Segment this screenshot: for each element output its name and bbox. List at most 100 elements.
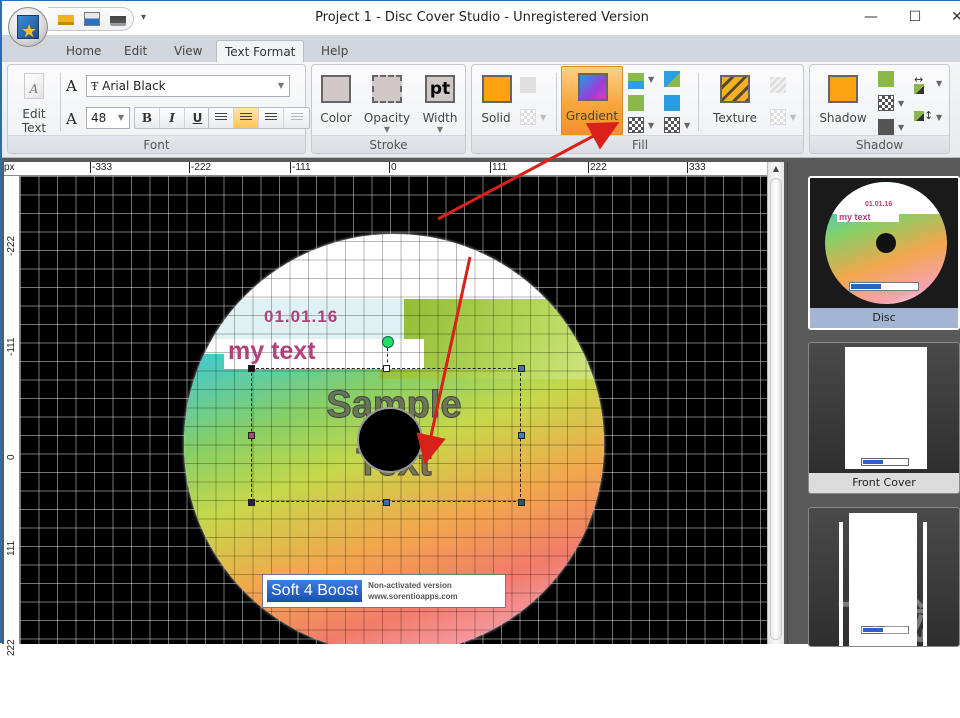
edit-text-label-2: Text: [21, 121, 47, 135]
texture-fill-button[interactable]: Texture: [708, 69, 762, 135]
texture-picker-icon[interactable]: [770, 77, 786, 93]
justify-button[interactable]: [284, 108, 309, 128]
app-menu-button[interactable]: ★: [8, 7, 48, 47]
font-size-value: 48: [91, 111, 107, 125]
my-text[interactable]: my text: [228, 337, 316, 366]
texture-opacity-icon[interactable]: [770, 109, 786, 125]
stroke-color-swatch: [321, 75, 351, 103]
minimize-button[interactable]: —: [856, 5, 886, 29]
chevron-down-icon: ▼: [790, 113, 797, 122]
underline-button[interactable]: U: [185, 108, 210, 128]
page-thumb-disc[interactable]: 01.01.16 my text Disc: [808, 176, 960, 330]
truetype-icon: Ŧ: [91, 80, 99, 93]
tab-text-format[interactable]: Text Format: [216, 40, 305, 62]
ruler-tick: 111: [490, 162, 508, 173]
ruler-tick: 111: [6, 540, 17, 556]
tab-help[interactable]: Help: [313, 40, 356, 62]
disc-thumbnail: 01.01.16 my text: [810, 178, 958, 308]
scrollbar-thumb[interactable]: [770, 178, 782, 640]
resize-handle-left[interactable]: [248, 432, 255, 439]
stroke-width-button[interactable]: pt Width ▼: [418, 69, 462, 135]
font-name-select[interactable]: Ŧ Arial Black ▼: [86, 75, 290, 97]
chevron-down-icon: ▼: [898, 123, 905, 132]
chevron-down-icon: ▼: [684, 121, 691, 130]
font-size-icon: A: [66, 110, 77, 128]
app-logo-icon: ★: [17, 15, 39, 41]
ruler-unit: px: [4, 162, 15, 173]
gradient-fill-button[interactable]: Gradient: [561, 66, 623, 136]
resize-handle-top-left[interactable]: [248, 365, 255, 372]
title-bar: ★ ▾ Project 1 - Disc Cover Studio - Unre…: [2, 1, 960, 47]
canvas-vertical-scrollbar[interactable]: ▲: [767, 162, 784, 644]
scroll-up-arrow-icon[interactable]: ▲: [768, 164, 784, 173]
resize-handle-bottom-left[interactable]: [248, 499, 255, 506]
gradient-start-color-icon[interactable]: [628, 95, 644, 111]
fill-group: Solid ▼ Gradient ▼ ▼ ▼ Texture ▼ Fill: [471, 64, 804, 154]
gradient-end-opacity-icon[interactable]: [664, 117, 680, 133]
font-name-value: Arial Black: [102, 79, 166, 93]
shadow-color-icon[interactable]: [878, 71, 894, 87]
workspace: px -333 -222 -111 0 111 222 333 -222 -11…: [2, 158, 960, 656]
ruler-tick: -222: [6, 235, 17, 256]
resize-handle-top[interactable]: [383, 365, 390, 372]
stroke-opacity-button[interactable]: Opacity ▼: [362, 69, 412, 135]
italic-button[interactable]: I: [160, 108, 185, 128]
alignment-buttons: [208, 107, 310, 129]
selection-box: [251, 368, 521, 502]
page-thumb-front-cover[interactable]: Front Cover: [808, 342, 960, 494]
shadow-button[interactable]: Shadow: [814, 69, 872, 135]
solid-color-picker-icon[interactable]: [520, 77, 536, 93]
chevron-down-icon: ▼: [648, 75, 655, 84]
gradient-direction-icon[interactable]: [628, 73, 644, 89]
notice-line-2: www.sorentioapps.com: [368, 592, 458, 601]
solid-opacity-icon[interactable]: [520, 109, 536, 125]
stroke-opacity-label: Opacity: [363, 111, 411, 125]
gradient-end-color-icon[interactable]: [664, 95, 680, 111]
resize-handle-right[interactable]: [518, 432, 525, 439]
thumb-date-text: 01.01.16: [865, 201, 893, 208]
edit-text-label-1: Edit: [22, 107, 46, 121]
tab-edit[interactable]: Edit: [116, 40, 155, 62]
texture-fill-label: Texture: [713, 111, 757, 125]
edit-text-button[interactable]: A Edit Text: [12, 69, 56, 135]
stroke-color-button[interactable]: Color: [316, 69, 356, 135]
separator: [60, 73, 61, 131]
page-thumb-label: Front Cover: [809, 473, 959, 493]
ruler-tick: -111: [6, 337, 17, 356]
font-size-select[interactable]: 48 ▼: [86, 107, 130, 129]
resize-handle-top-right[interactable]: [518, 365, 525, 372]
resize-handle-bottom[interactable]: [383, 499, 390, 506]
stroke-group: Color Opacity ▼ pt Width ▼ Stroke: [311, 64, 466, 154]
maximize-button[interactable]: ☐: [900, 5, 930, 29]
front-cover-thumbnail: [809, 343, 959, 473]
font-group-label: Font: [8, 135, 305, 153]
solid-fill-button[interactable]: Solid: [476, 69, 516, 135]
horizontal-ruler: px -333 -222 -111 0 111 222 333: [4, 162, 767, 176]
align-right-button[interactable]: [259, 108, 284, 128]
shadow-vertical-offset-icon[interactable]: ↕: [914, 109, 933, 122]
design-canvas[interactable]: 01.01.16 my text Sample Text Soft 4 Boos…: [20, 176, 767, 644]
close-button[interactable]: ✕: [942, 5, 960, 29]
app-window: ★ ▾ Project 1 - Disc Cover Studio - Unre…: [0, 0, 960, 715]
tab-view[interactable]: View: [166, 40, 210, 62]
ruler-tick: 222: [588, 162, 607, 173]
shadow-opacity-icon[interactable]: [878, 95, 894, 111]
justify-icon: [290, 113, 303, 122]
align-center-icon: [240, 113, 252, 122]
shadow-blur-icon[interactable]: [878, 119, 894, 135]
gradient-swap-icon[interactable]: [664, 71, 680, 87]
date-text[interactable]: 01.01.16: [264, 307, 338, 327]
ruler-tick: 0: [389, 162, 397, 173]
shadow-horizontal-offset-icon[interactable]: ↔: [914, 73, 924, 94]
align-center-button[interactable]: [234, 108, 259, 128]
gradient-start-opacity-icon[interactable]: [628, 117, 644, 133]
rotate-handle[interactable]: [382, 336, 394, 348]
align-left-icon: [215, 113, 227, 122]
resize-handle-bottom-right[interactable]: [518, 499, 525, 506]
align-left-button[interactable]: [209, 108, 234, 128]
chevron-down-icon: ▼: [936, 79, 943, 88]
ruler-tick: 222: [6, 639, 17, 656]
bold-button[interactable]: B: [135, 108, 160, 128]
window-title: Project 1 - Disc Cover Studio - Unregist…: [315, 10, 649, 25]
tab-home[interactable]: Home: [58, 40, 109, 62]
